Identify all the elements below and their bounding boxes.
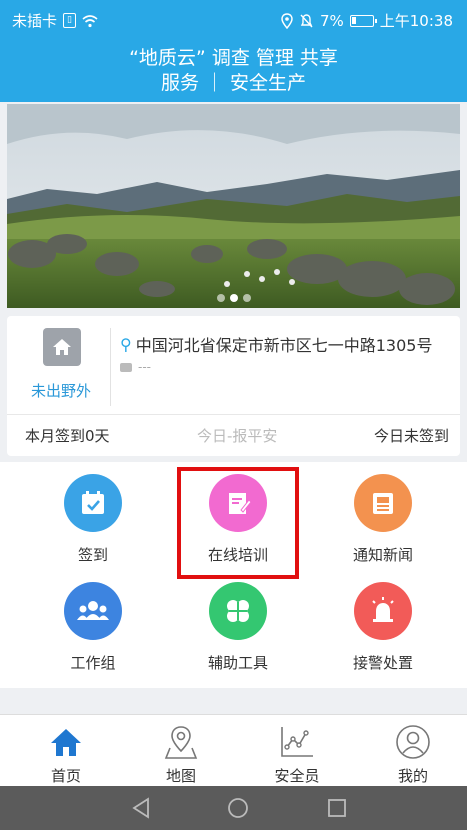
- carousel-dot[interactable]: [216, 294, 225, 302]
- recents-icon[interactable]: [327, 797, 347, 819]
- signin-row: 本月签到0天 今日-报平安 今日未签到: [7, 414, 460, 456]
- header-line2: 服务 ｜ 安全生产: [160, 72, 307, 94]
- nav-label: 安全员: [274, 767, 320, 785]
- field-status-label: 未出野外: [31, 382, 92, 400]
- nav-item-mine[interactable]: 我的: [373, 723, 453, 786]
- status-card: 未出野外 ⚲ 中国河北省保定市新市区七一中路1305号 --- 本月签到0天 今…: [7, 316, 460, 456]
- chart-icon: [281, 727, 313, 757]
- back-icon[interactable]: [131, 797, 151, 819]
- highlight-box: [177, 467, 299, 579]
- feature-label: 辅助工具: [207, 654, 268, 672]
- nav-label: 我的: [397, 767, 428, 785]
- profile-icon: [396, 725, 430, 759]
- feature-tools[interactable]: 辅助工具: [178, 582, 298, 694]
- nav-item-home[interactable]: 首页: [26, 723, 106, 786]
- system-nav-bar: [0, 786, 467, 830]
- home-circle-icon[interactable]: [227, 797, 249, 819]
- feature-label: 签到: [77, 546, 108, 564]
- report-safe-button[interactable]: 今日-报平安: [197, 425, 277, 446]
- wifi-icon: [82, 14, 98, 27]
- group-icon: [64, 582, 122, 640]
- clock: 上午10:38: [379, 12, 453, 30]
- location-text: 中国河北省保定市新市区七一中路1305号: [135, 336, 433, 355]
- carousel-dot[interactable]: [242, 294, 251, 302]
- battery-pct: 7%: [319, 11, 344, 30]
- feature-workgroup[interactable]: 工作组: [33, 582, 153, 694]
- feature-label: 接警处置: [352, 654, 413, 672]
- field-status-tile[interactable]: [43, 328, 81, 366]
- calendar-check-icon: [64, 474, 122, 532]
- clover-icon: [209, 582, 267, 640]
- status-bar: 未插卡 ▯ 7% 上午10:38: [0, 0, 467, 40]
- banner-landscape-image: [7, 104, 460, 308]
- nav-item-map[interactable]: 地图: [141, 723, 221, 786]
- feature-alarm[interactable]: 接警处置: [323, 582, 443, 694]
- monthly-signin-text: 本月签到0天: [25, 427, 110, 445]
- newspaper-icon: [354, 474, 412, 532]
- divider: [110, 328, 111, 406]
- banner-carousel[interactable]: [7, 104, 460, 308]
- task-line: ---: [120, 360, 151, 374]
- house-icon: [53, 339, 71, 355]
- briefcase-icon: [120, 362, 132, 372]
- feature-news[interactable]: 通知新闻: [323, 474, 443, 586]
- feature-label: 工作组: [70, 654, 116, 672]
- battery-icon: [349, 14, 377, 27]
- home-icon: [51, 729, 81, 756]
- status-right: 7% 上午10:38: [281, 10, 453, 31]
- nav-label: 首页: [50, 767, 81, 785]
- today-signin-status: 今日未签到: [373, 427, 449, 445]
- carousel-dots: [7, 294, 460, 302]
- nav-label: 地图: [165, 767, 196, 785]
- task-text: ---: [138, 360, 151, 374]
- location-line: ⚲ 中国河北省保定市新市区七一中路1305号: [120, 332, 432, 356]
- feature-signin[interactable]: 签到: [33, 474, 153, 586]
- alarm-icon: [354, 582, 412, 640]
- feature-label: 通知新闻: [352, 546, 413, 564]
- nav-item-safety-officer[interactable]: 安全员: [257, 723, 337, 786]
- map-icon: [164, 726, 198, 759]
- sim-icon: ▯: [63, 13, 77, 28]
- location-icon: [281, 12, 293, 29]
- bottom-nav: 首页 地图 安全员 我的: [0, 714, 467, 786]
- carousel-dot-active[interactable]: [229, 294, 238, 302]
- carrier-text: 未插卡: [12, 12, 58, 30]
- silent-icon: [300, 13, 313, 27]
- app-header: “地质云” 调查 管理 共享 服务 ｜ 安全生产: [0, 40, 467, 102]
- location-pin-icon: ⚲: [120, 334, 132, 354]
- status-left: 未插卡 ▯: [12, 10, 98, 31]
- header-line1: “地质云” 调查 管理 共享: [129, 47, 338, 69]
